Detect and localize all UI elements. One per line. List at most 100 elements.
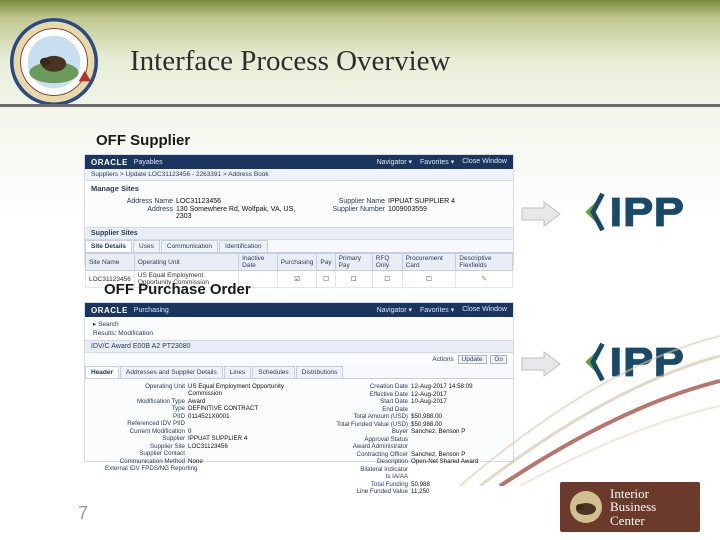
edate-label: Effective Date [328, 391, 408, 398]
tab-addresses: Addresses and Supplier Details [120, 366, 223, 378]
results-label: Results: Modification [93, 330, 505, 337]
admin-label: Award Administrator [328, 443, 408, 450]
supplier-name-label: Supplier Name [311, 198, 385, 205]
breadcrumb: Suppliers > Update LOC31123456 - 2263391… [85, 169, 513, 181]
oracle-logo: ORACLE [91, 306, 128, 315]
tab-communication: Communication [161, 240, 218, 252]
ibc-line3: Center [610, 514, 656, 528]
col-rfq-only: RFQ Only [372, 254, 402, 271]
cell-procurement-card: ☐ [402, 271, 456, 288]
tab-distributions: Distributions [296, 366, 344, 378]
buyer-label: Buyer [328, 428, 408, 435]
ibc-line2: Business [610, 500, 656, 514]
nav-navigator: Navigator ▾ [377, 158, 412, 166]
edate-value: 12-Aug-2017 [411, 391, 447, 398]
cdate-value: 12-Aug-2017 14:58:09 [411, 383, 473, 390]
po-award-title: IDV/C Award E00B A2 PT23080 [85, 340, 513, 353]
nav-favorites: Favorites ▾ [420, 306, 454, 314]
ou-label: Operating Unit [105, 383, 185, 397]
desc-label: Description [328, 458, 408, 465]
ipp-logo [568, 188, 683, 236]
address-name-value: LOC31123456 [176, 198, 221, 205]
comm-value: None [188, 458, 203, 465]
total-value: $50,988.00 [411, 413, 442, 420]
actions-label: Actions [432, 356, 453, 363]
address-label: Address [115, 206, 173, 220]
supplier-num-label: Supplier Number [311, 206, 385, 220]
desc-value: Open-Net Shared Award [411, 458, 478, 465]
address-name-label: Address Name [115, 198, 173, 205]
tab-uses: Uses [133, 240, 160, 252]
type-label: Type [105, 405, 185, 412]
site-label: Supplier Site [105, 443, 185, 450]
rev-label: Current Modification [105, 428, 185, 435]
go-button: Go [490, 355, 507, 364]
cell-pay: ☐ [317, 271, 335, 288]
tab-site-details: Site Details [85, 240, 132, 252]
appstat-label: Approval Status [328, 436, 408, 443]
section-label-supplier: OFF Supplier [96, 132, 190, 149]
oracle-logo: ORACLE [91, 158, 128, 167]
rev-value: 0 [188, 428, 191, 435]
oracle-header-po: ORACLE Purchasing Navigator ▾ Favorites … [85, 303, 513, 317]
enddate-label: End Date [328, 406, 408, 413]
total-label: Total Amount (USD) [328, 413, 408, 420]
po-screenshot: ORACLE Purchasing Navigator ▾ Favorites … [84, 302, 514, 462]
nav-navigator: Navigator ▾ [377, 306, 412, 314]
col-procurement-card: Procurement Card [402, 254, 456, 271]
doi-seal [10, 18, 98, 106]
fpds-label: External IDV FPDS/NG Reporting [105, 465, 198, 472]
funded-label: Total Funded Value (USD) [328, 421, 408, 428]
po-details: Operating UnitUS Equal Employment Opport… [85, 379, 513, 502]
lf-label: Line Funded Value [328, 488, 408, 495]
ref-label: Referenced IDV PIID [105, 420, 185, 427]
page-number: 7 [78, 503, 88, 524]
col-primary-pay: Primary Pay [335, 254, 372, 271]
contact-label: Supplier Contact [105, 450, 185, 457]
lf-value: 11,250 [411, 488, 429, 495]
buyer-value: Sanchez, Benson P [411, 428, 465, 435]
ou-value: US Equal Employment Opportunity Commissi… [188, 383, 310, 397]
oracle-header: ORACLE Payables Navigator ▾ Favorites ▾ … [85, 155, 513, 169]
comm-label: Communication Method [105, 458, 185, 465]
co-label: Contracting Officer [328, 451, 408, 458]
co-value: Sanchez, Benson P [411, 451, 465, 458]
modtype-label: Modification Type [105, 398, 185, 405]
supp-label: Supplier [105, 435, 185, 442]
tf-value: 50,988 [411, 481, 430, 488]
tab-header: Header [85, 366, 119, 378]
type-value: DEFINITIVE CONTRACT [188, 405, 258, 412]
piid-value: 0114521X0001 [188, 413, 230, 420]
ibc-line1: Interior [610, 487, 656, 501]
tab-identification: Identification [219, 240, 268, 252]
header-divider [0, 104, 720, 107]
supplier-tabs: Site Details Uses Communication Identifi… [85, 240, 513, 253]
manage-sites-heading: Manage Sites [85, 181, 513, 196]
col-operating-unit: Operating Unit [134, 254, 238, 271]
funded-value: $50,988.00 [411, 421, 442, 428]
cell-rfq-only: ☐ [372, 271, 402, 288]
oracle-app-name: Purchasing [134, 307, 169, 314]
cell-purchasing: ☑ [277, 271, 317, 288]
tf-label: Total Funding [328, 481, 408, 488]
action-row: Actions Update Go [85, 353, 513, 366]
po-tabs: Header Addresses and Supplier Details Li… [85, 366, 513, 379]
supplier-sites-heading: Supplier Sites [85, 227, 513, 240]
cell-primary-pay: ☐ [335, 271, 372, 288]
ibc-text: Interior Business Center [610, 487, 656, 528]
nav-favorites: Favorites ▾ [420, 158, 454, 166]
bi-label: Bilateral Indicator [328, 466, 408, 473]
section-label-po: OFF Purchase Order [104, 281, 251, 298]
supp-value: IPPUAT SUPPLIER 4 [188, 435, 247, 442]
slide: Interface Process Overview OFF Supplier … [0, 0, 720, 540]
close-window-link: Close Window [462, 306, 507, 314]
tab-schedules: Schedules [252, 366, 294, 378]
supplier-name-value: IPPUAT SUPPLIER 4 [388, 198, 455, 205]
ibc-buffalo-icon [568, 489, 604, 525]
site-value: LOC31123456 [188, 443, 228, 450]
col-flexfields: Descriptive Flexfields [456, 254, 513, 271]
piid-label: PIID [105, 413, 185, 420]
ibc-badge: Interior Business Center [560, 482, 700, 532]
close-window-link: Close Window [462, 158, 507, 166]
col-site-name: Site Name [86, 254, 135, 271]
